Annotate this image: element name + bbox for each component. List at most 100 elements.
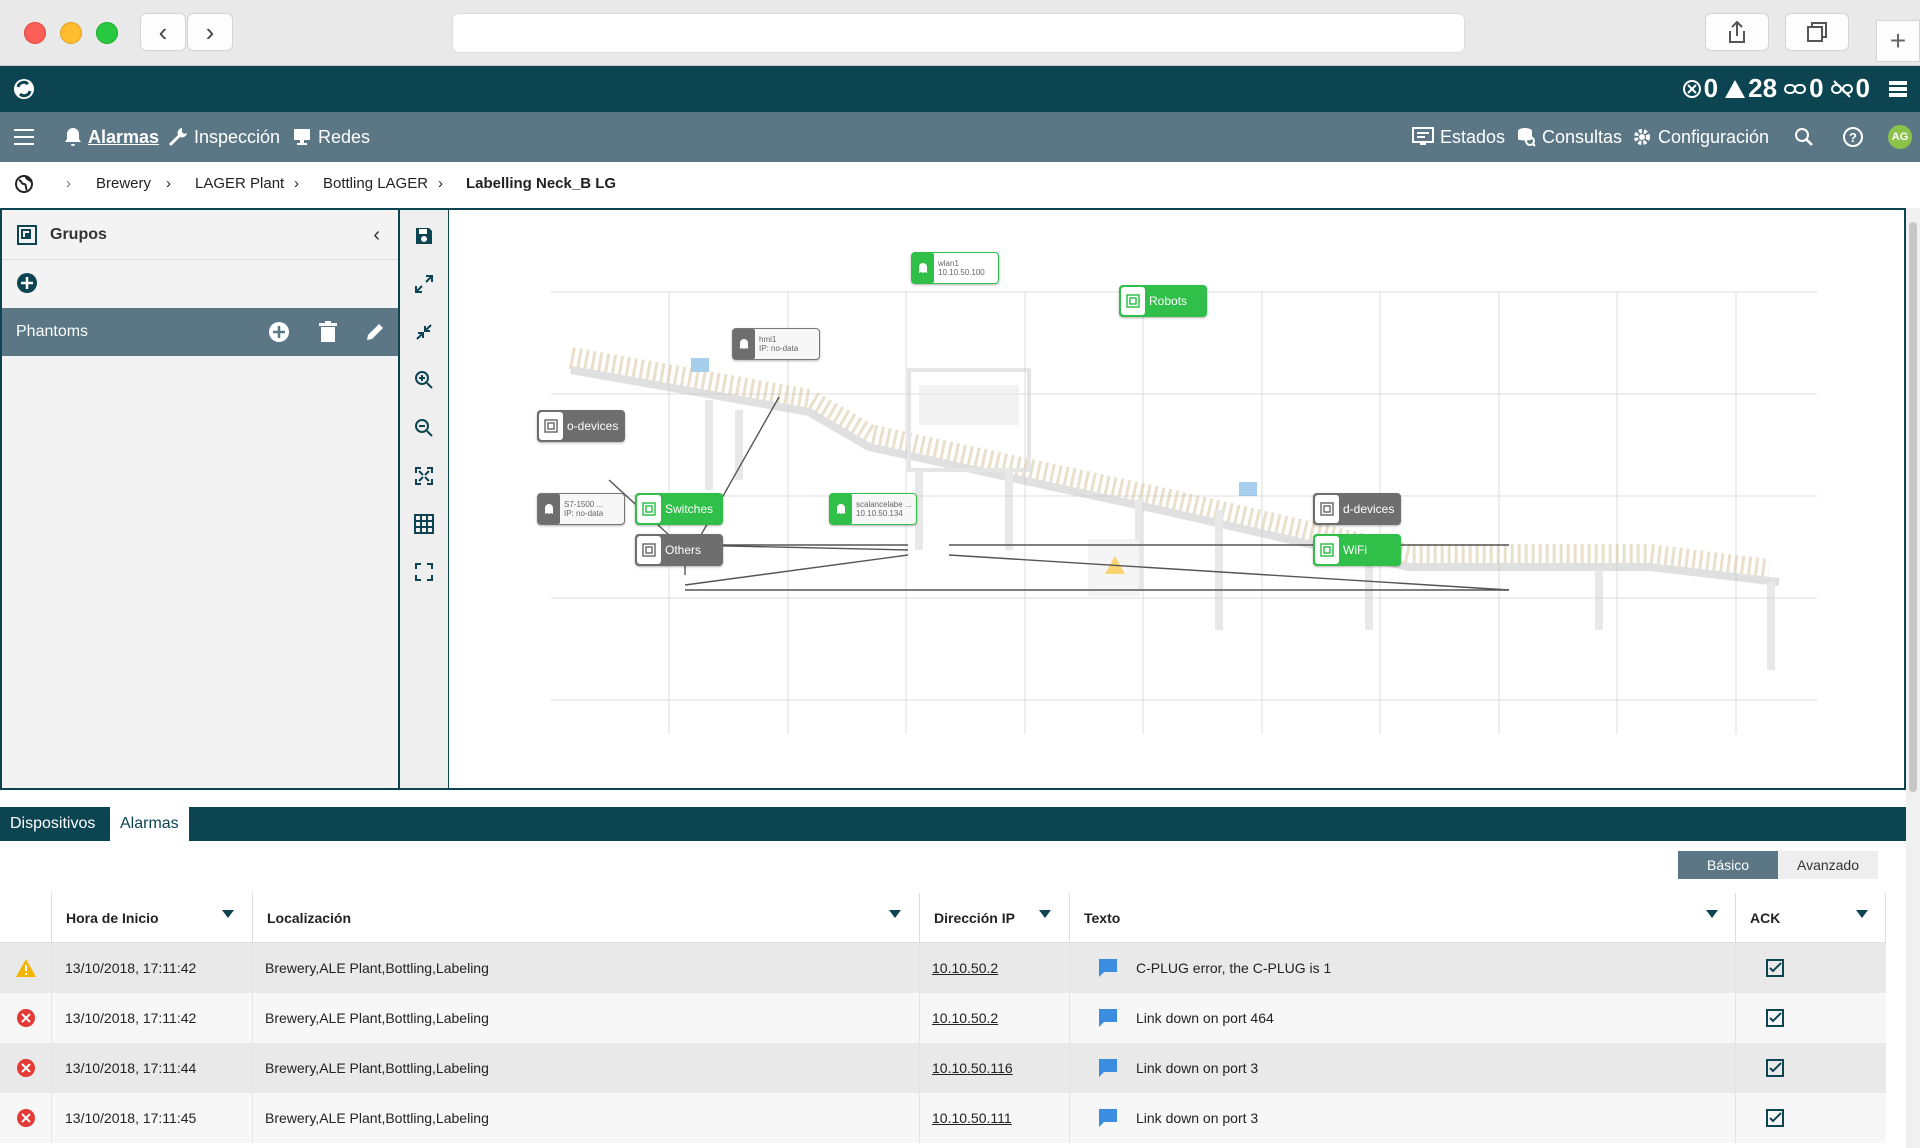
mode-advanced-button[interactable]: Avanzado: [1778, 851, 1878, 879]
nav-consultas[interactable]: Consultas: [1516, 112, 1622, 162]
close-window-button[interactable]: [24, 22, 46, 44]
nav-estados[interactable]: Estados: [1412, 112, 1505, 162]
broken-link-counter[interactable]: 0: [1830, 73, 1870, 104]
share-button[interactable]: [1705, 13, 1769, 51]
ip-link[interactable]: 10.10.50.111: [932, 1110, 1012, 1126]
help-button[interactable]: ?: [1842, 112, 1864, 162]
edit-pencil-icon[interactable]: [364, 321, 386, 343]
minimize-window-button[interactable]: [60, 22, 82, 44]
ack-checkbox-icon[interactable]: [1766, 959, 1784, 977]
node-robots-label: Robots: [1149, 294, 1188, 308]
ip-link[interactable]: 10.10.50.116: [932, 1060, 1013, 1076]
fit-view-button[interactable]: [406, 458, 442, 494]
tabs-button[interactable]: [1785, 13, 1849, 51]
tab-dispositivos[interactable]: Dispositivos: [0, 807, 105, 841]
server-list-icon[interactable]: [1888, 79, 1908, 99]
nav-alarmas[interactable]: Alarmas: [64, 112, 159, 162]
node-o-devices[interactable]: o-devices: [537, 410, 625, 442]
node-wlan1[interactable]: wlan1 10.10.50.100: [911, 252, 999, 284]
ack-checkbox-icon[interactable]: [1766, 1059, 1784, 1077]
ip-link[interactable]: 10.10.50.2: [932, 1010, 998, 1026]
filter-icon[interactable]: [222, 910, 234, 918]
page-scrollbar[interactable]: [1906, 208, 1920, 1148]
globe-icon[interactable]: [14, 174, 34, 194]
search-button[interactable]: [1794, 112, 1814, 162]
fullscreen-button[interactable]: [406, 554, 442, 590]
groups-sidebar: Grupos ‹ Phantoms: [0, 208, 400, 790]
maximize-window-button[interactable]: [96, 22, 118, 44]
node-others[interactable]: Others: [635, 534, 723, 566]
add-group-button[interactable]: [16, 272, 38, 299]
comment-icon[interactable]: [1098, 1058, 1118, 1078]
nav-inspeccion[interactable]: Inspección: [168, 112, 280, 162]
filter-icon[interactable]: [889, 910, 901, 918]
grid-toggle-button[interactable]: [406, 506, 442, 542]
node-hmi1[interactable]: hmi1 IP: no-data: [732, 328, 820, 360]
tab-alarmas[interactable]: Alarmas: [110, 807, 189, 841]
save-button[interactable]: [406, 218, 442, 254]
filter-icon[interactable]: [1706, 910, 1718, 918]
warning-counter[interactable]: 28: [1724, 73, 1777, 104]
menu-toggle[interactable]: [14, 112, 34, 162]
mode-basic-button[interactable]: Básico: [1678, 851, 1778, 879]
compress-arrows-icon: [416, 324, 432, 340]
url-bar[interactable]: [452, 13, 1465, 53]
ip-link[interactable]: 10.10.50.2: [932, 960, 998, 976]
bottling-line-illustration: [569, 347, 1780, 670]
col-ack[interactable]: ACK: [1736, 893, 1886, 943]
error-counter[interactable]: 0: [1682, 73, 1718, 104]
scrollbar-thumb[interactable]: [1909, 222, 1917, 792]
ack-checkbox-icon[interactable]: [1766, 1009, 1784, 1027]
help-icon: ?: [1843, 127, 1863, 147]
table-row[interactable]: 13/10/2018, 17:11:42 Brewery,ALE Plant,B…: [0, 943, 1886, 993]
table-row[interactable]: 13/10/2018, 17:11:45 Brewery,ALE Plant,B…: [0, 1093, 1886, 1143]
col-localizacion-label: Localización: [267, 909, 352, 926]
nav-redes[interactable]: Redes: [292, 112, 370, 162]
back-button[interactable]: ‹: [140, 13, 186, 51]
collapse-button[interactable]: [406, 314, 442, 350]
col-severity: [0, 893, 52, 943]
zoom-in-button[interactable]: [406, 362, 442, 398]
new-tab-button[interactable]: +: [1876, 20, 1920, 62]
breadcrumb-sep: ›: [66, 175, 71, 192]
comment-icon[interactable]: [1098, 958, 1118, 978]
forward-button[interactable]: ›: [187, 13, 233, 51]
avatar: AG: [1888, 125, 1912, 149]
monitor-icon: [294, 129, 310, 145]
zoom-out-button[interactable]: [406, 410, 442, 446]
node-scalance[interactable]: scalancelabe ... 10.10.50.134: [829, 493, 917, 525]
trash-icon[interactable]: [319, 321, 337, 343]
expand-button[interactable]: [406, 266, 442, 302]
filter-icon[interactable]: [1039, 910, 1051, 918]
comment-icon[interactable]: [1098, 1108, 1118, 1128]
group-item-phantoms[interactable]: Phantoms: [2, 308, 398, 356]
add-device-icon[interactable]: [268, 321, 290, 343]
plus-circle-icon: [17, 273, 37, 293]
nav-inspeccion-label: Inspección: [194, 126, 281, 147]
broken-link-icon: [1830, 79, 1853, 98]
node-s7-1500[interactable]: S7-1500 ... IP: no-data: [537, 493, 625, 525]
nav-redes-label: Redes: [318, 126, 371, 147]
breadcrumb-brewery[interactable]: Brewery: [96, 175, 151, 192]
collapse-sidebar-button[interactable]: ‹: [373, 224, 380, 247]
breadcrumb-bottling-lager[interactable]: Bottling LAGER: [323, 175, 428, 192]
col-direccion-ip[interactable]: Dirección IP: [920, 893, 1070, 943]
topology-canvas[interactable]: wlan1 10.10.50.100 Robots hmi1 IP: no-da…: [449, 208, 1906, 790]
col-localizacion[interactable]: Localización: [253, 893, 920, 943]
table-row[interactable]: 13/10/2018, 17:11:44 Brewery,ALE Plant,B…: [0, 1043, 1886, 1093]
comment-icon[interactable]: [1098, 1008, 1118, 1028]
node-d-devices[interactable]: d-devices: [1313, 493, 1401, 525]
ghost-icon: [740, 339, 748, 349]
filter-icon[interactable]: [1856, 910, 1868, 918]
nav-configuracion[interactable]: Configuración: [1632, 112, 1769, 162]
col-hora-inicio[interactable]: Hora de Inicio: [52, 893, 253, 943]
breadcrumb-lager-plant[interactable]: LAGER Plant: [195, 175, 284, 192]
node-robots[interactable]: Robots: [1119, 285, 1207, 317]
node-wifi[interactable]: WiFi: [1313, 534, 1401, 566]
ack-checkbox-icon[interactable]: [1766, 1109, 1784, 1127]
col-texto[interactable]: Texto: [1070, 893, 1736, 943]
node-switches[interactable]: Switches: [635, 493, 723, 525]
user-avatar[interactable]: AG: [1888, 112, 1912, 162]
table-row[interactable]: 13/10/2018, 17:11:42 Brewery,ALE Plant,B…: [0, 993, 1886, 1043]
link-counter[interactable]: 0: [1783, 73, 1824, 104]
